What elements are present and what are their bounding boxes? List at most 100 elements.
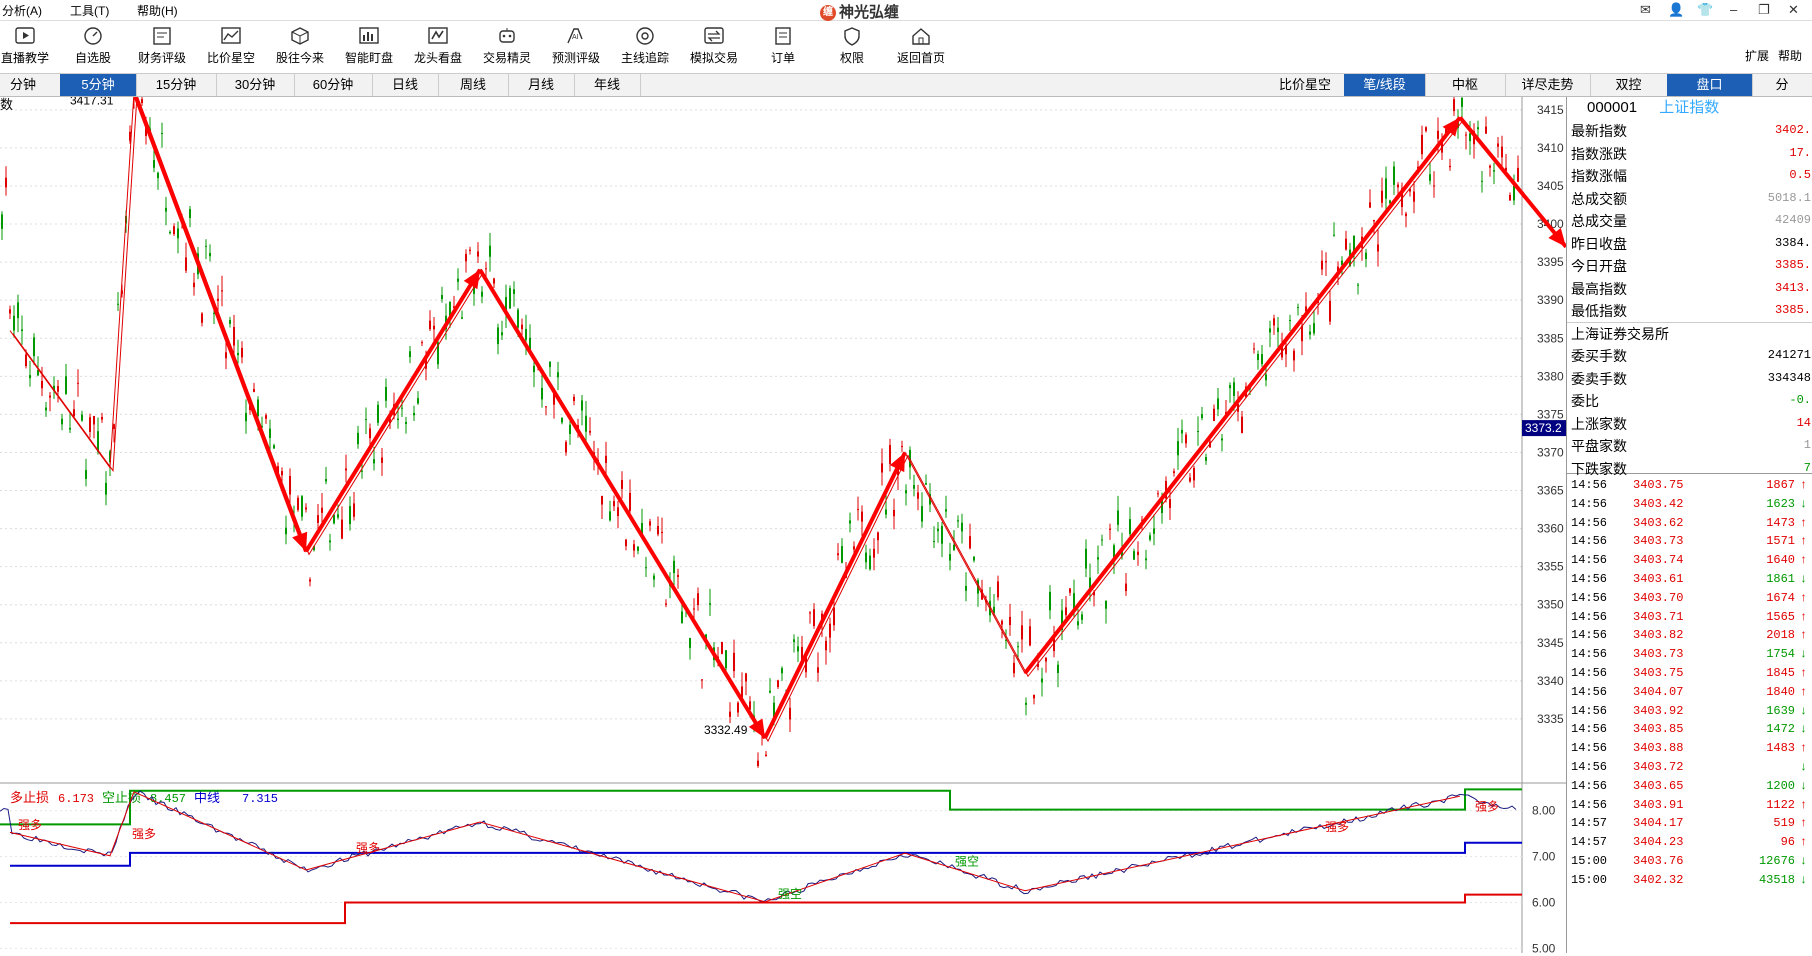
- tab-view-6[interactable]: 分: [1752, 74, 1812, 96]
- dragon-icon: [426, 25, 450, 47]
- candle-body: [297, 497, 299, 510]
- toolbar-button-4[interactable]: 股往今来: [265, 25, 335, 66]
- arrow-down-icon: ↓: [1799, 854, 1807, 868]
- user-icon[interactable]: 👤: [1668, 2, 1684, 18]
- candle-body: [545, 406, 547, 408]
- expand-button[interactable]: 扩展: [1742, 47, 1772, 64]
- tick-volume: 1845: [1766, 666, 1795, 680]
- candle-body: [1033, 694, 1035, 699]
- candle-body: [625, 539, 627, 547]
- toolbar-button-6[interactable]: 龙头看盘: [403, 25, 473, 66]
- candle-body: [921, 506, 923, 522]
- tab-period-0[interactable]: 分钟: [0, 74, 61, 96]
- candle-body: [509, 288, 511, 309]
- help-button[interactable]: 帮助: [1775, 47, 1805, 64]
- candle-body: [1393, 166, 1395, 185]
- toolbar-button-2[interactable]: 财务评级: [127, 25, 197, 66]
- tick-price: 3403.85: [1633, 722, 1684, 737]
- candle-body: [701, 679, 703, 681]
- candle-body: [1365, 252, 1367, 260]
- cube-icon: [288, 25, 312, 47]
- menu-tools[interactable]: 工具(T): [70, 2, 109, 19]
- mail-icon[interactable]: ✉: [1640, 2, 1651, 18]
- candle-body: [317, 515, 319, 523]
- stat-label: 委卖手数: [1571, 370, 1627, 387]
- tab-view-2[interactable]: 中枢: [1425, 74, 1506, 96]
- candle-body: [1469, 133, 1471, 142]
- candle-body: [941, 525, 943, 544]
- toolbar-button-8[interactable]: AI 预测评级: [541, 25, 611, 66]
- tick-price: 3403.82: [1633, 628, 1684, 643]
- tick-price: 3403.70: [1633, 590, 1684, 605]
- stock-code: 000001: [1587, 99, 1638, 116]
- tab-period-7[interactable]: 月线: [508, 74, 575, 96]
- toolbar-button-7[interactable]: 交易精灵: [472, 25, 542, 66]
- toolbar-button-11[interactable]: 订单: [748, 25, 818, 66]
- menu-analysis[interactable]: 分析(A): [2, 2, 42, 19]
- toolbar-button-0[interactable]: 直播教学: [0, 25, 60, 66]
- tab-view-4[interactable]: 双控: [1590, 74, 1668, 96]
- tab-period-5[interactable]: 日线: [372, 74, 439, 96]
- candle-body: [353, 503, 355, 517]
- candle-body: [1477, 127, 1479, 130]
- maximize-icon[interactable]: ❐: [1758, 2, 1770, 18]
- arrow-up-icon: ↑: [1799, 534, 1807, 549]
- shield-icon: [840, 25, 864, 47]
- candle-body: [781, 668, 783, 674]
- tab-view-3[interactable]: 详尽走势: [1505, 74, 1591, 96]
- arrow-up-icon: ↑: [1799, 816, 1807, 831]
- tab-period-3[interactable]: 30分钟: [216, 74, 295, 96]
- candle-body: [589, 430, 591, 433]
- toolbar-button-12[interactable]: 权限: [817, 25, 887, 66]
- candle-body: [521, 324, 523, 330]
- candle-body: [1149, 535, 1151, 540]
- tick-price: 3403.73: [1633, 534, 1684, 549]
- candle-body: [1453, 99, 1455, 112]
- stat-label: 总成交额: [1571, 190, 1627, 207]
- candle-body: [225, 352, 227, 359]
- toolbar-button-13[interactable]: 返回首页: [886, 25, 956, 66]
- period-tab-bar: 分钟 5分钟 15分钟 30分钟 60分钟 日线 周线 月线 年线 比价星空 笔/线段 中枢 详尽走势双…: [0, 74, 1812, 97]
- candle-body: [1257, 353, 1259, 361]
- candle-body: [265, 415, 267, 419]
- tab-period-8[interactable]: 年线: [574, 74, 641, 96]
- tick-row: 15:00 3402.32 43518 ↓: [1571, 873, 1812, 892]
- candle-body: [621, 479, 623, 489]
- arrow-up-icon: ↑: [1799, 684, 1807, 699]
- minimize-icon[interactable]: –: [1730, 2, 1737, 17]
- toolbar-button-3[interactable]: 比价星空: [196, 25, 266, 66]
- tab-view-5[interactable]: 盘口: [1667, 74, 1753, 96]
- candle-body: [1221, 438, 1223, 441]
- close-icon[interactable]: ✕: [1788, 2, 1799, 18]
- tab-view-1[interactable]: 笔/线段: [1344, 74, 1426, 96]
- candle-body: [601, 495, 603, 505]
- tab-period-4[interactable]: 60分钟: [294, 74, 373, 96]
- menu-help[interactable]: 帮助(H): [137, 2, 178, 19]
- toolbar-button-10[interactable]: 模拟交易: [679, 25, 749, 66]
- tick-time: 14:56: [1571, 553, 1608, 568]
- chart-area[interactable]: 3415 3410 3405 3400 3395 3390 3385 3380 3375 3370…: [0, 65, 1568, 955]
- candle-body: [889, 445, 891, 464]
- candle-body: [325, 479, 327, 482]
- candle-body: [681, 611, 683, 624]
- tab-view-0[interactable]: 比价星空: [1266, 74, 1345, 96]
- arrow-up-icon: ↑: [1799, 478, 1807, 492]
- trend-arrow: [1023, 116, 1462, 675]
- toolbar-button-5[interactable]: 智能盯盘: [334, 25, 404, 66]
- indicator-signal-label: 强空: [778, 887, 802, 901]
- candle-body: [1145, 558, 1147, 561]
- tick-row: 14:57 3404.23 96 ↑: [1571, 835, 1812, 854]
- shirt-icon[interactable]: 👕: [1697, 2, 1713, 18]
- tick-volume: 1200: [1766, 778, 1795, 793]
- tick-time: 15:00: [1571, 872, 1608, 887]
- tick-price: 3403.76: [1633, 854, 1684, 868]
- indicator-signal-label: 强多: [1325, 820, 1349, 834]
- candle-body: [1205, 457, 1207, 461]
- tab-period-6[interactable]: 周线: [438, 74, 509, 96]
- toolbar-button-9[interactable]: 主线追踪: [610, 25, 680, 66]
- toolbar-button-1[interactable]: 自选股: [58, 25, 128, 66]
- kline-chart[interactable]: 3415341034053400339533903385338033753370…: [0, 65, 1568, 955]
- tab-period-1[interactable]: 5分钟: [60, 74, 137, 96]
- candle-body: [833, 607, 835, 626]
- tab-period-2[interactable]: 15分钟: [136, 74, 217, 96]
